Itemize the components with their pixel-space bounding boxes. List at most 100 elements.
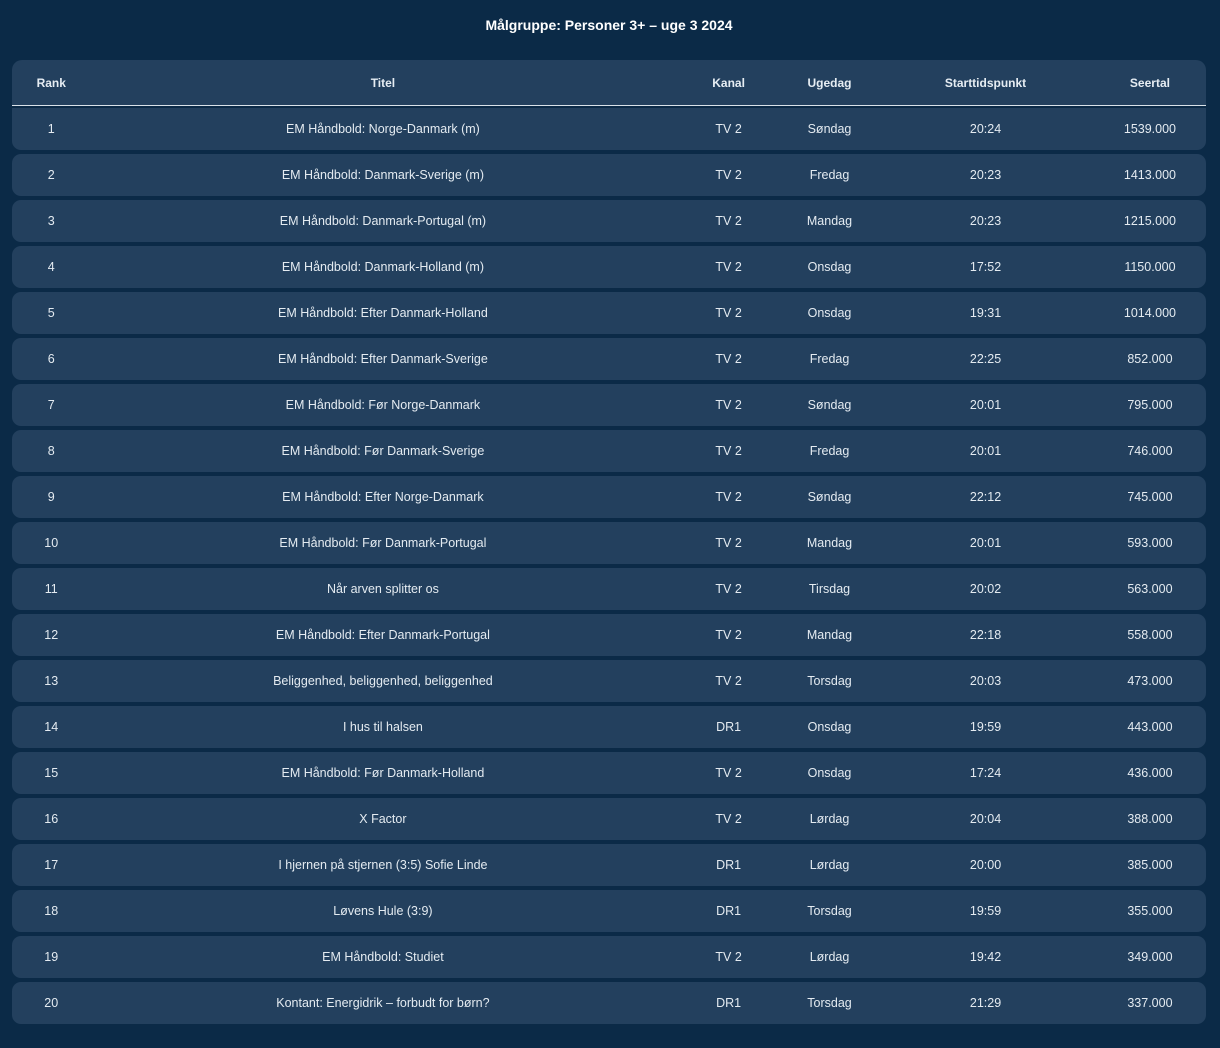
column-header-channel[interactable]: Kanal	[675, 76, 782, 90]
cell-channel: TV 2	[715, 122, 742, 136]
cell-start-time: 20:01	[969, 444, 1002, 458]
table-header: Rank Titel Kanal Ugedag Starttidspunkt S…	[12, 60, 1206, 106]
cell-title: Når arven splitter os	[326, 582, 439, 596]
page-title: Målgruppe: Personer 3+ – uge 3 2024	[485, 17, 733, 33]
cell-start-time: 19:31	[969, 306, 1002, 320]
cell-title: EM Håndbold: Før Norge-Danmark	[285, 398, 481, 412]
cell-viewers: 388.000	[1127, 812, 1173, 826]
cell-viewers: 795.000	[1127, 398, 1173, 412]
cell-viewers: 436.000	[1127, 766, 1173, 780]
cell-channel: TV 2	[715, 260, 742, 274]
cell-channel: TV 2	[715, 490, 742, 504]
cell-title: EM Håndbold: Efter Danmark-Sverige	[278, 352, 488, 366]
cell-channel: TV 2	[715, 306, 742, 320]
cell-start-time: 20:03	[969, 674, 1002, 688]
cell-rank: 6	[47, 352, 55, 366]
cell-rank: 9	[47, 490, 55, 504]
cell-start-time: 22:25	[969, 352, 1002, 366]
cell-title: EM Håndbold: Før Danmark-Holland	[281, 766, 485, 780]
cell-viewers: 473.000	[1127, 674, 1173, 688]
cell-viewers: 558.000	[1127, 628, 1173, 642]
cell-rank: 2	[47, 168, 55, 182]
cell-day: Tirsdag	[808, 582, 851, 596]
table-body: 1 EM Håndbold: Norge-Danmark (m) TV 2 Sønda…	[12, 108, 1206, 1024]
cell-channel: DR1	[716, 904, 742, 918]
column-header-day[interactable]: Ugedag	[782, 76, 877, 90]
cell-start-time: 17:52	[969, 260, 1002, 274]
cell-channel: TV 2	[715, 398, 742, 412]
cell-channel: TV 2	[715, 168, 742, 182]
cell-start-time: 19:59	[969, 904, 1002, 918]
cell-viewers: 385.000	[1127, 858, 1173, 872]
cell-title: Løvens Hule (3:9)	[333, 904, 433, 918]
cell-start-time: 20:01	[969, 398, 1002, 412]
column-header-rank[interactable]: Rank	[12, 76, 90, 90]
cell-rank: 10	[44, 536, 59, 550]
cell-channel: TV 2	[715, 444, 742, 458]
table-row: 4 EM Håndbold: Danmark-Holland (m) TV 2 Ons…	[12, 246, 1206, 288]
table-row: 7 EM Håndbold: Før Norge-Danmark TV 2 Sønda…	[12, 384, 1206, 426]
cell-day: Onsdag	[807, 720, 852, 734]
cell-channel: DR1	[716, 720, 742, 734]
table-row: 16 X Factor TV 2 Lørdag 20:04 388.000	[12, 798, 1206, 840]
cell-start-time: 22:18	[969, 628, 1002, 642]
cell-day: Mandag	[806, 214, 853, 228]
cell-day: Mandag	[806, 628, 853, 642]
cell-start-time: 17:24	[969, 766, 1002, 780]
cell-viewers: 443.000	[1127, 720, 1173, 734]
table-row: 14 I hus til halsen DR1 Onsdag 19:59 443.000	[12, 706, 1206, 748]
cell-rank: 4	[47, 260, 55, 274]
cell-rank: 15	[44, 766, 59, 780]
cell-day: Søndag	[807, 490, 852, 504]
cell-day: Lørdag	[809, 812, 850, 826]
table-row: 11 Når arven splitter os TV 2 Tirsdag 20:02 5…	[12, 568, 1206, 610]
cell-viewers: 746.000	[1127, 444, 1173, 458]
cell-title: EM Håndbold: Norge-Danmark (m)	[286, 122, 480, 136]
cell-channel: TV 2	[715, 214, 742, 228]
cell-start-time: 22:12	[969, 490, 1002, 504]
cell-title: EM Håndbold: Efter Norge-Danmark	[282, 490, 484, 504]
table-row: 10 EM Håndbold: Før Danmark-Portugal TV 2 M…	[12, 522, 1206, 564]
table-row: 18 Løvens Hule (3:9) DR1 Torsdag 19:59 355.00…	[12, 890, 1206, 932]
cell-rank: 18	[44, 904, 59, 918]
cell-start-time: 21:29	[969, 996, 1002, 1010]
cell-start-time: 20:00	[969, 858, 1002, 872]
cell-day: Onsdag	[807, 766, 852, 780]
cell-channel: TV 2	[715, 582, 742, 596]
column-header-start-time[interactable]: Starttidspunkt	[877, 76, 1094, 90]
cell-viewers: 349.000	[1127, 950, 1173, 964]
table-row: 6 EM Håndbold: Efter Danmark-Sverige TV 2 F…	[12, 338, 1206, 380]
column-header-viewers[interactable]: Seertal	[1094, 76, 1206, 90]
cell-title: I hus til halsen	[342, 720, 423, 734]
cell-title: Kontant: Energidrik – forbudt for børn?	[276, 996, 490, 1010]
column-header-title[interactable]: Titel	[90, 76, 675, 90]
table-row: 5 EM Håndbold: Efter Danmark-Holland TV 2 O…	[12, 292, 1206, 334]
cell-channel: TV 2	[715, 536, 742, 550]
cell-title: EM Håndbold: Før Danmark-Sverige	[281, 444, 485, 458]
cell-channel: TV 2	[715, 674, 742, 688]
cell-title: EM Håndbold: Før Danmark-Portugal	[279, 536, 487, 550]
cell-channel: DR1	[716, 858, 742, 872]
cell-day: Fredag	[809, 352, 850, 366]
cell-title: EM Håndbold: Danmark-Sverige (m)	[281, 168, 484, 182]
cell-day: Søndag	[807, 122, 852, 136]
cell-title: EM Håndbold: Danmark-Portugal (m)	[279, 214, 487, 228]
cell-rank: 12	[44, 628, 59, 642]
table-row: 15 EM Håndbold: Før Danmark-Holland TV 2 On…	[12, 752, 1206, 794]
cell-day: Søndag	[807, 398, 852, 412]
cell-day: Lørdag	[809, 950, 850, 964]
cell-viewers: 1150.000	[1124, 260, 1176, 274]
cell-channel: TV 2	[715, 950, 742, 964]
cell-title: Beliggenhed, beliggenhed, beliggenhed	[273, 674, 493, 688]
table-row: 2 EM Håndbold: Danmark-Sverige (m) TV 2 Fre…	[12, 154, 1206, 196]
table-row: 9 EM Håndbold: Efter Norge-Danmark TV 2 Søn…	[12, 476, 1206, 518]
cell-start-time: 20:24	[969, 122, 1002, 136]
table-row: 8 EM Håndbold: Før Danmark-Sverige TV 2 Fre…	[12, 430, 1206, 472]
ratings-table: Rank Titel Kanal Ugedag Starttidspunkt S…	[12, 60, 1206, 1024]
cell-day: Torsdag	[807, 674, 852, 688]
cell-day: Torsdag	[807, 904, 852, 918]
cell-day: Torsdag	[807, 996, 852, 1010]
cell-rank: 16	[44, 812, 59, 826]
cell-title: EM Håndbold: Danmark-Holland (m)	[281, 260, 484, 274]
cell-start-time: 20:01	[969, 536, 1002, 550]
